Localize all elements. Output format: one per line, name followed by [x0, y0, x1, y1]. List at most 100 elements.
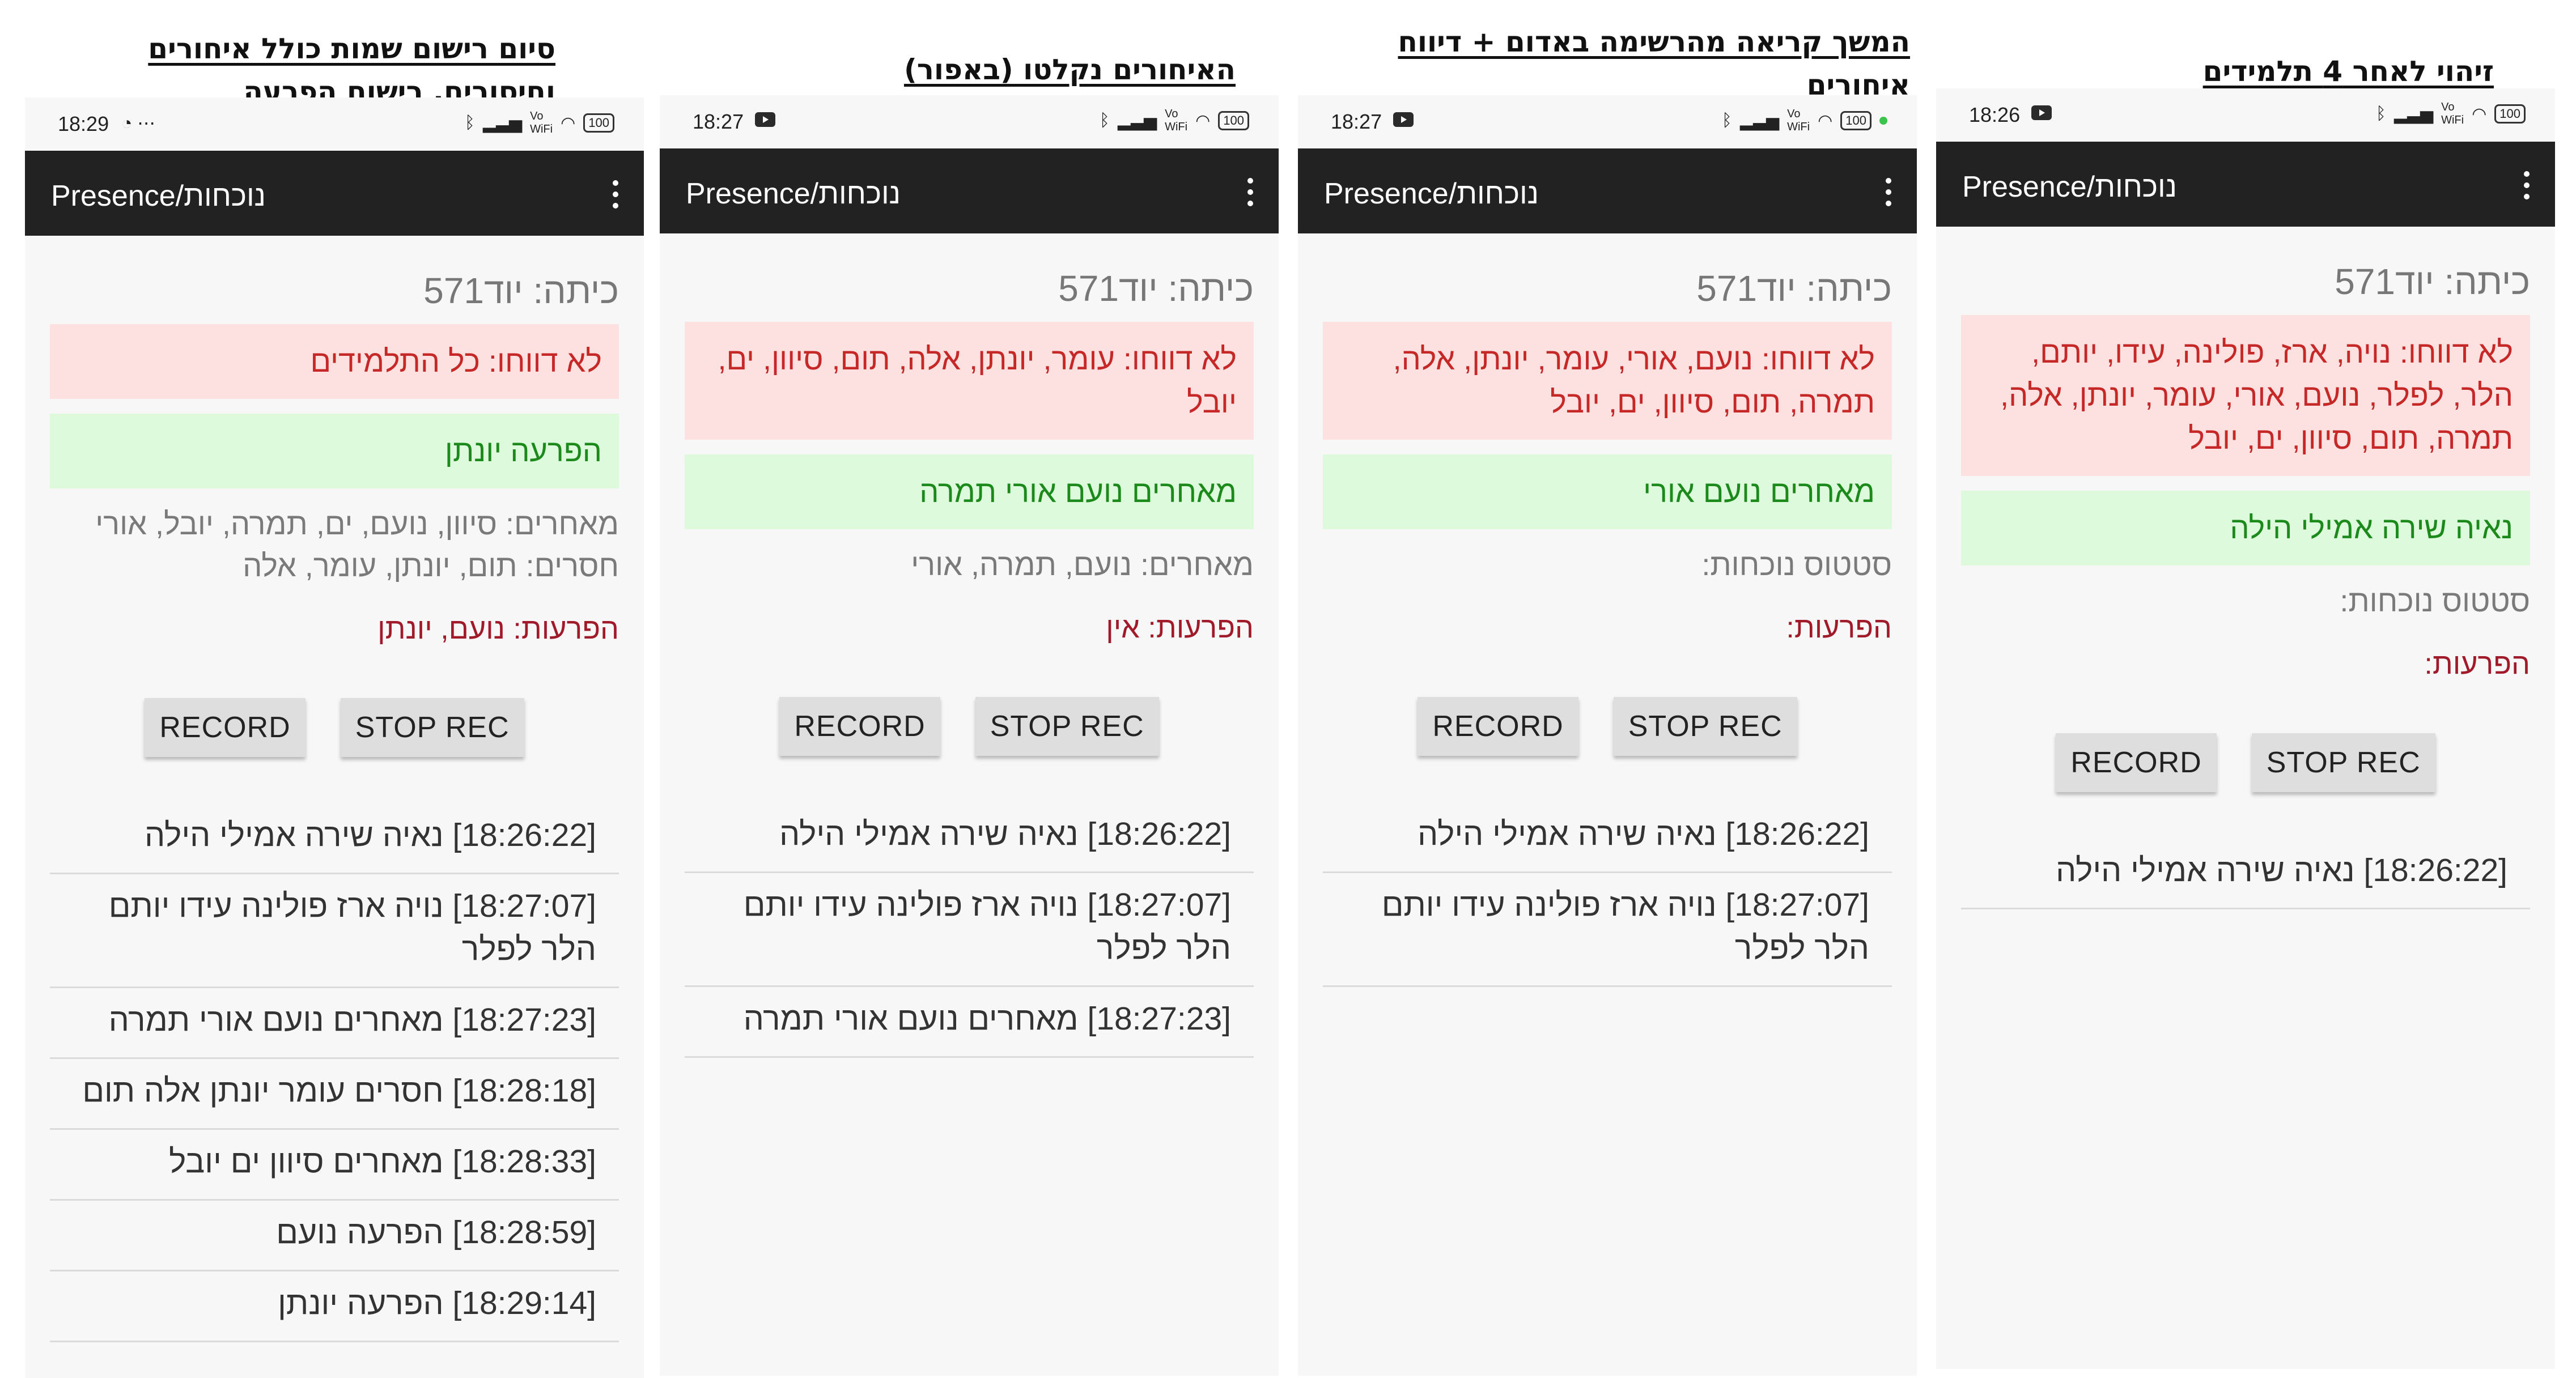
whatsapp-icon: ◔ ⋯ [121, 113, 156, 133]
bluetooth-icon: ᛒ [2375, 104, 2386, 123]
disruptions-line: הפרעות: אין [1106, 611, 1254, 644]
log-item: [18:28:59] הפרעה נועם [50, 1206, 619, 1271]
battery-icon: 100 [2494, 104, 2526, 124]
status-bar: 18:26 ᛒ ▂▃▅ Vo WiFi ◠ 100 [1936, 88, 2555, 142]
not-reported-box: לא דווחו: נועם, אורי, עומר, יונתן, אלה, … [1323, 322, 1892, 440]
panel-caption: המשך קריאה מהרשימה באדום + דיווח איחורים [1398, 25, 1910, 101]
log-item: [18:27:23] מאחרים נועם אורי תמרה [50, 994, 619, 1059]
panel-caption: האיחורים נקלטו (באפור) [903, 53, 1236, 86]
record-controls: RECORD STOP REC [50, 698, 619, 757]
phone-screen: 18:27 ᛒ ▂▃▅ Vo WiFi ◠ 100 Presence/נוכחות… [660, 95, 1279, 1376]
stop-record-button[interactable]: STOP REC [975, 697, 1159, 756]
disruptions-line: הפרעות: [2424, 648, 2530, 681]
last-recognized-box: נאיה שירה אמילי הילה [1961, 491, 2530, 565]
record-button[interactable]: RECORD [145, 698, 305, 757]
app-bar: Presence/נוכחות [660, 148, 1279, 233]
log-item: [18:29:14] הפרעה יונתן [50, 1277, 619, 1342]
phone-screen: 18:27 ᛒ ▂▃▅ Vo WiFi ◠ 100 Presence/נוכחות… [1298, 95, 1917, 1376]
bluetooth-icon: ᛒ [464, 113, 475, 132]
wifi-icon: ◠ [561, 113, 576, 133]
main-content: כיתה: יוד571 לא דווחו: כל התלמידים הפרעה… [25, 236, 644, 1378]
record-button[interactable]: RECORD [1418, 697, 1578, 756]
late-status: מאחרים: סיוון, נועם, ים, תמרה, יובל, אור… [95, 507, 619, 541]
battery-icon: 100 [1218, 111, 1249, 130]
signal-icon: ▂▃▅ [1739, 111, 1780, 130]
log-item: [18:27:07] נויה ארז פולינה עידו יותם הלר… [1323, 879, 1892, 987]
kebab-menu-icon[interactable] [1883, 178, 1894, 212]
log-item: [18:26:22] נאיה שירה אמילי הילה [50, 809, 619, 874]
attendance-status: סטטוס נוכחות: [1701, 548, 1892, 582]
log-item: [18:26:22] נאיה שירה אמילי הילה [685, 808, 1254, 873]
log-item: [18:28:33] מאחרים סיוון ים יובל [50, 1135, 619, 1201]
status-icons: ᛒ ▂▃▅ Vo WiFi ◠ 100 [465, 110, 614, 136]
status-bar: 18:27 ᛒ ▂▃▅ Vo WiFi ◠ 100 [1298, 95, 1917, 148]
log-item: [18:27:23] מאחרים נועם אורי תמרה [685, 993, 1254, 1058]
wifi-icon: ◠ [2472, 104, 2487, 124]
app-bar: Presence/נוכחות [25, 151, 644, 236]
wifi-icon: ◠ [1195, 111, 1211, 130]
class-name: כיתה: יוד571 [1696, 268, 1892, 309]
kebab-menu-icon[interactable] [1245, 178, 1256, 212]
main-content: כיתה: יוד571 לא דווחו: עומר, יונתן, אלה,… [660, 233, 1279, 1376]
panel-caption: זיהוי לאחר 4 תלמידים [2202, 55, 2494, 88]
log-item: [18:26:22] נאיה שירה אמילי הילה [1961, 844, 2530, 909]
youtube-icon [755, 112, 775, 127]
youtube-icon [1393, 112, 1414, 127]
signal-icon: ▂▃▅ [482, 113, 523, 133]
last-recognized-box: הפרעה יונתן [50, 414, 619, 488]
kebab-menu-icon[interactable] [2521, 171, 2532, 205]
main-content: כיתה: יוד571 לא דווחו: נועם, אורי, עומר,… [1298, 233, 1917, 1376]
vowifi-icon: Vo WiFi [530, 110, 553, 135]
log-item: [18:27:07] נויה ארז פולינה עידו יותם הלר… [50, 880, 619, 988]
status-time: 18:29 [58, 112, 109, 135]
not-reported-box: לא דווחו: עומר, יונתן, אלה, תום, סיוון, … [685, 322, 1254, 440]
app-title: Presence/נוכחות [51, 180, 266, 212]
not-reported-box: לא דווחו: נויה, ארז, פולינה, עידו, יותם,… [1961, 315, 2530, 476]
app-title: Presence/נוכחות [686, 177, 901, 210]
last-recognized-box: מאחרים נועם אורי תמרה [685, 454, 1254, 529]
app-bar: Presence/נוכחות [1936, 142, 2555, 227]
log-item: [18:27:07] נויה ארז פולינה עידו יותם הלר… [685, 879, 1254, 987]
youtube-icon [2031, 105, 2052, 120]
record-button[interactable]: RECORD [2056, 733, 2217, 792]
main-content: כיתה: יוד571 לא דווחו: נויה, ארז, פולינה… [1936, 227, 2555, 1369]
last-recognized-box: מאחרים נועם אורי [1323, 454, 1892, 529]
record-controls: RECORD STOP REC [1961, 733, 2530, 792]
app-title: Presence/נוכחות [1962, 171, 2177, 203]
signal-icon: ▂▃▅ [2393, 104, 2434, 124]
phone-screen: 18:26 ᛒ ▂▃▅ Vo WiFi ◠ 100 Presence/נוכחות… [1936, 88, 2555, 1369]
status-time: 18:27 [1331, 110, 1382, 133]
class-name: כיתה: יוד571 [423, 270, 619, 311]
stop-record-button[interactable]: STOP REC [2251, 733, 2435, 792]
status-icons: ᛒ ▂▃▅ Vo WiFi ◠ 100 [1100, 108, 1249, 134]
status-time: 18:27 [693, 110, 744, 133]
record-controls: RECORD STOP REC [685, 697, 1254, 756]
bluetooth-icon: ᛒ [1721, 111, 1732, 130]
stop-record-button[interactable]: STOP REC [340, 698, 524, 757]
signal-icon: ▂▃▅ [1117, 111, 1157, 130]
disruptions-line: הפרעות: נועם, יונתן [377, 613, 619, 645]
absent-status: חסרים: תום, יונתן, עומר, אלה [243, 549, 619, 583]
kebab-menu-icon[interactable] [610, 180, 621, 214]
status-bar: 18:27 ᛒ ▂▃▅ Vo WiFi ◠ 100 [660, 95, 1279, 148]
attendance-status: סטטוס נוכחות: [2340, 584, 2530, 618]
disruptions-line: הפרעות: [1786, 611, 1892, 644]
class-name: כיתה: יוד571 [2335, 261, 2530, 302]
log-item: [18:28:18] חסרים עומר יונתן אלה תום [50, 1065, 619, 1130]
phone-screen: 18:29 ◔ ⋯ ᛒ ▂▃▅ Vo WiFi ◠ 100 Presence/נו… [25, 97, 644, 1378]
status-time: 18:26 [1969, 103, 2021, 126]
app-bar: Presence/נוכחות [1298, 148, 1917, 233]
vowifi-icon: Vo WiFi [1165, 108, 1188, 133]
log-item: [18:26:22] נאיה שירה אמילי הילה [1323, 808, 1892, 873]
stop-record-button[interactable]: STOP REC [1613, 697, 1797, 756]
record-button[interactable]: RECORD [779, 697, 940, 756]
bluetooth-icon: ᛒ [1099, 111, 1110, 130]
app-title: Presence/נוכחות [1324, 177, 1539, 210]
status-bar: 18:29 ◔ ⋯ ᛒ ▂▃▅ Vo WiFi ◠ 100 [25, 97, 644, 151]
battery-icon: 100 [583, 113, 614, 133]
battery-icon: 100 [1840, 111, 1871, 130]
late-status: מאחרים: נועם, תמרה, אורי [911, 548, 1254, 582]
vowifi-icon: Vo WiFi [2441, 101, 2464, 126]
status-icons: ᛒ ▂▃▅ Vo WiFi ◠ 100 [2376, 101, 2526, 127]
status-icons: ᛒ ▂▃▅ Vo WiFi ◠ 100 [1722, 108, 1887, 134]
